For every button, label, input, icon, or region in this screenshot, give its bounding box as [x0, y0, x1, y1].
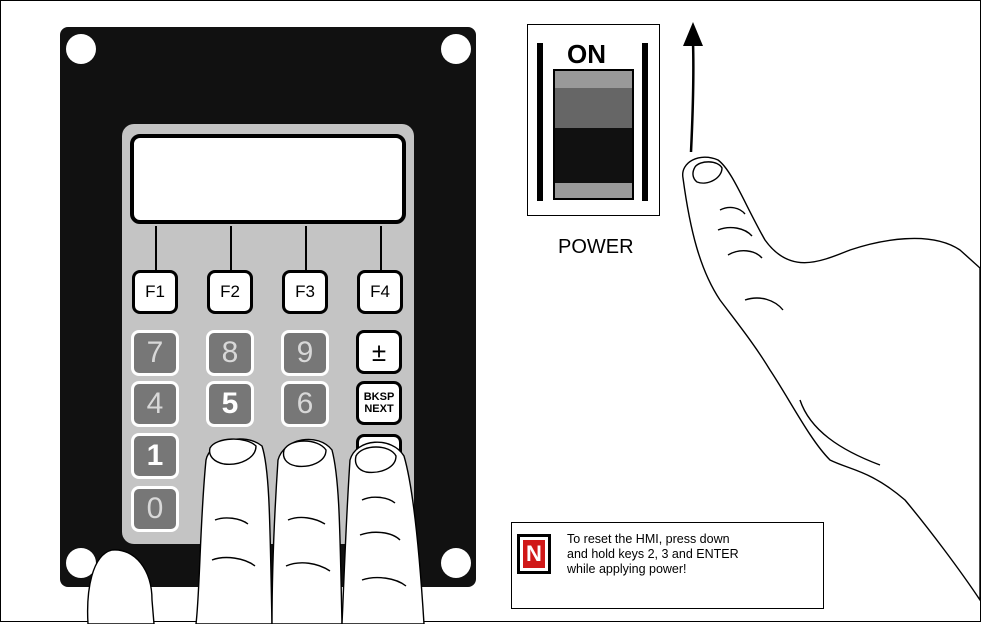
left-hand-icon: [86, 438, 425, 624]
right-hand-icon: [682, 156, 981, 603]
up-arrow-icon: [683, 22, 703, 153]
power-switch-rocker[interactable]: [537, 43, 648, 201]
line-art-overlay: [86, 22, 981, 624]
